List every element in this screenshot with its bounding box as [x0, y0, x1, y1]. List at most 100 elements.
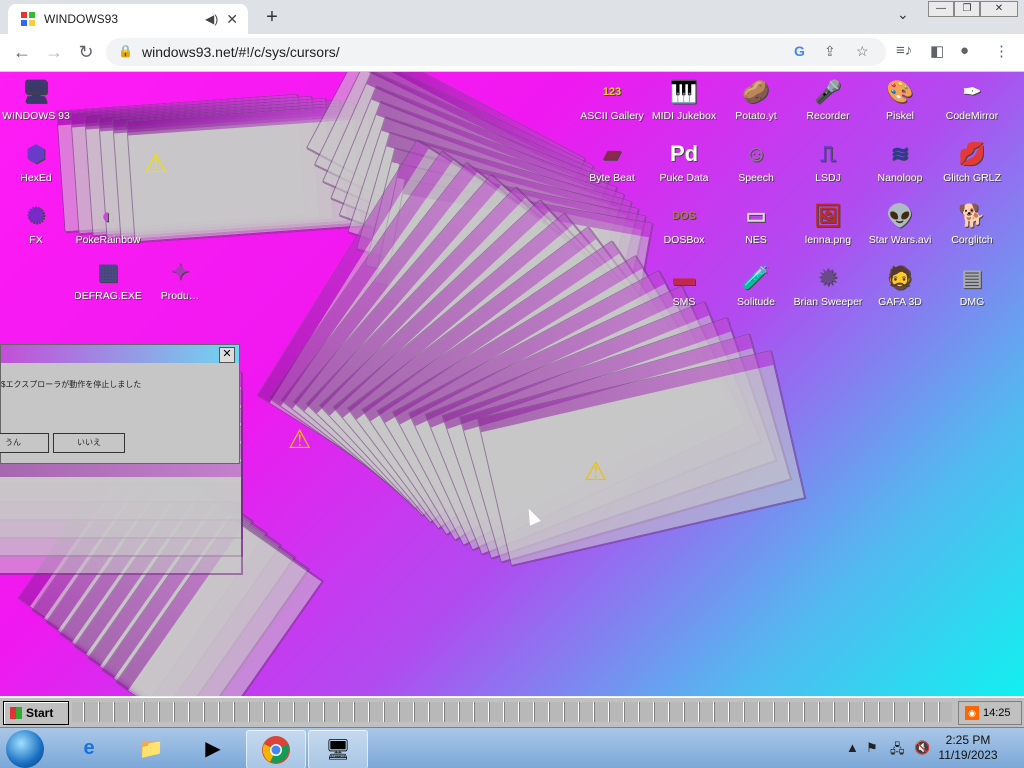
error-yes-button[interactable]: うん — [0, 433, 49, 453]
desktop-icon[interactable]: 🖥 WINDOWS 93 — [0, 76, 72, 122]
desktop-icon-label: DOSBox — [663, 234, 705, 246]
error-dialog-titlebar[interactable] — [1, 345, 239, 363]
desktop-icon-label: Solitude — [737, 296, 775, 308]
close-window-button[interactable]: ✕ — [980, 1, 1018, 17]
app-icon: 🐕 — [958, 203, 986, 228]
lock-icon[interactable]: 🔒 — [118, 44, 133, 58]
app-icon: ☺ — [744, 141, 768, 166]
desktop-icon[interactable]: ✦ Produ… — [144, 256, 216, 302]
tab-title: WINDOWS93 — [44, 12, 119, 26]
desktop-icon[interactable]: 🎨 Piskel — [864, 76, 936, 122]
desktop-icon[interactable]: 🎹 MIDI Jukebox — [648, 76, 720, 122]
desktop-icon[interactable]: ⬢ HexEd — [0, 138, 72, 184]
media-control-icon[interactable]: ≡♪ — [896, 42, 912, 59]
windows7-taskbar: e 📁 ▶ 🖥 ▲ ⚑ 🖧 🔇 2:25 PM 11/19/2023 — [0, 727, 1024, 768]
desktop-icon[interactable]: 123 ASCII Gallery — [576, 76, 648, 122]
desktop-icon[interactable]: ✒ CodeMirror — [936, 76, 1008, 122]
restore-button[interactable]: ❐ — [954, 1, 980, 17]
desktop-icon-label: Brian Sweeper — [793, 296, 863, 308]
side-panel-icon[interactable]: ◧ — [930, 42, 944, 60]
desktop-icon-label: GAFA 3D — [878, 296, 922, 308]
tab-close-icon[interactable]: ✕ — [226, 11, 238, 28]
minimize-button[interactable]: — — [928, 1, 954, 17]
desktop-icon-label: Corglitch — [951, 234, 993, 246]
desktop-icon-label: Star Wars.avi — [868, 234, 932, 246]
media-player-icon[interactable]: ▶ — [184, 730, 242, 767]
desktop-icon[interactable]: 🎤 Recorder — [792, 76, 864, 122]
desktop-icon[interactable]: ◐ PokeRainbow — [72, 200, 144, 246]
desktop-icon[interactable]: 🐕 Corglitch — [936, 200, 1008, 246]
w93-task-slots[interactable] — [72, 702, 952, 722]
tab-audio-icon[interactable]: ◀) — [205, 12, 218, 26]
reload-button[interactable]: ↻ — [74, 40, 98, 64]
error-dialog[interactable]: ✕ $エクスプローラが動作を停止しました うん いいえ — [0, 344, 240, 464]
desktop-icon-label: Nanoloop — [877, 172, 923, 184]
desktop-icon-label: LSDJ — [815, 172, 841, 184]
rss-icon[interactable]: ◉ — [965, 706, 979, 720]
browser-tab[interactable]: WINDOWS93 ◀) ✕ — [8, 4, 248, 34]
app-icon: ✹ — [818, 265, 838, 290]
desktop-icon-label: NES — [745, 234, 767, 246]
google-lens-icon[interactable]: G — [794, 43, 805, 59]
app-icon: 🎨 — [886, 79, 914, 104]
desktop-icon[interactable]: DOS DOSBox — [648, 200, 720, 246]
w93-logo-icon — [10, 707, 22, 719]
share-icon[interactable]: ⇪ — [824, 43, 836, 60]
desktop-icon-label: MIDI Jukebox — [651, 110, 717, 122]
app-icon: ✦ — [170, 259, 190, 284]
error-dialog-message: $エクスプローラが動作を停止しました — [1, 380, 142, 389]
bookmark-star-icon[interactable]: ☆ — [856, 43, 869, 60]
windows93-desktop[interactable]: 🖥 WINDOWS 93 ⬢ HexEd ✺ FX ▦ DEFRAG.EXE ◐ PokeRain… — [0, 72, 1024, 696]
desktop-icon-label: PokeRainbow — [75, 234, 141, 246]
forward-button[interactable]: → — [42, 40, 66, 64]
desktop-icon-label: Puke Data — [659, 172, 709, 184]
desktop-icon[interactable]: ≋ Nanoloop — [864, 138, 936, 184]
url-text: windows93.net/#!/c/sys/cursors/ — [142, 44, 340, 60]
desktop-icon[interactable]: ▰ Byte Beat — [576, 138, 648, 184]
desktop-icon[interactable]: ⎍ LSDJ — [792, 138, 864, 184]
address-bar[interactable]: 🔒 windows93.net/#!/c/sys/cursors/ G ⇪ ☆ — [106, 38, 886, 66]
desktop-icon[interactable]: 🧪 Solitude — [720, 262, 792, 308]
browser-toolbar: ← → ↻ 🔒 windows93.net/#!/c/sys/cursors/ … — [0, 34, 1024, 72]
desktop-icon[interactable]: ▬ SMS — [648, 262, 720, 308]
network-icon[interactable]: 🖧 — [890, 740, 905, 762]
desktop-icon[interactable]: ▭ NES — [720, 200, 792, 246]
desktop-icon[interactable]: 💋 Glitch GRLZ — [936, 138, 1008, 184]
desktop-icon-label: HexEd — [20, 172, 52, 184]
desktop-icon[interactable]: ▦ DEFRAG.EXE — [72, 256, 144, 302]
profile-avatar-icon[interactable]: ● — [960, 42, 969, 59]
desktop-icon[interactable]: 👽 Star Wars.avi — [864, 200, 936, 246]
show-hidden-icons-icon[interactable]: ▲ — [846, 740, 859, 755]
explorer-icon[interactable]: 📁 — [122, 730, 180, 767]
error-no-button[interactable]: いいえ — [53, 433, 125, 453]
chrome-icon[interactable] — [246, 730, 306, 768]
warning-icon: ⚠ — [144, 148, 168, 178]
remote-desktop-icon[interactable]: 🖥 — [308, 730, 368, 768]
desktop-icon-label: Produ… — [160, 290, 200, 302]
desktop-icon[interactable]: 🖼 lenna.png — [792, 200, 864, 246]
app-icon: 🥔 — [742, 79, 770, 104]
app-icon: 💋 — [958, 141, 986, 166]
new-tab-button[interactable]: + — [260, 6, 284, 29]
desktop-icon[interactable]: ✹ Brian Sweeper — [792, 262, 864, 308]
ie-icon[interactable]: e — [60, 730, 118, 767]
tab-search-chevron-icon[interactable]: ⌄ — [897, 6, 909, 23]
app-icon: ⬢ — [26, 141, 46, 166]
w93-start-button[interactable]: Start — [3, 701, 69, 725]
windows-start-orb[interactable] — [6, 730, 44, 768]
desktop-icon[interactable]: Pd Puke Data — [648, 138, 720, 184]
desktop-icon[interactable]: ☺ Speech — [720, 138, 792, 184]
back-button[interactable]: ← — [10, 40, 34, 64]
desktop-icon[interactable]: ✺ FX — [0, 200, 72, 246]
system-clock[interactable]: 2:25 PM 11/19/2023 — [928, 733, 1008, 763]
desktop-icon[interactable]: 🥔 Potato.yt — [720, 76, 792, 122]
desktop-icon[interactable]: ▤ DMG — [936, 262, 1008, 308]
ghost-window-titlebar — [0, 463, 241, 477]
desktop-icon[interactable]: 🧔 GAFA 3D — [864, 262, 936, 308]
w93-taskbar: Start ◉ 14:25 — [0, 697, 1024, 727]
action-center-icon[interactable]: ⚑ — [866, 740, 878, 756]
menu-kebab-icon[interactable]: ⋮ — [994, 42, 1009, 60]
error-dialog-close-icon[interactable]: ✕ — [219, 347, 235, 363]
app-icon: ▤ — [961, 265, 983, 290]
app-icon: ▦ — [97, 259, 119, 284]
